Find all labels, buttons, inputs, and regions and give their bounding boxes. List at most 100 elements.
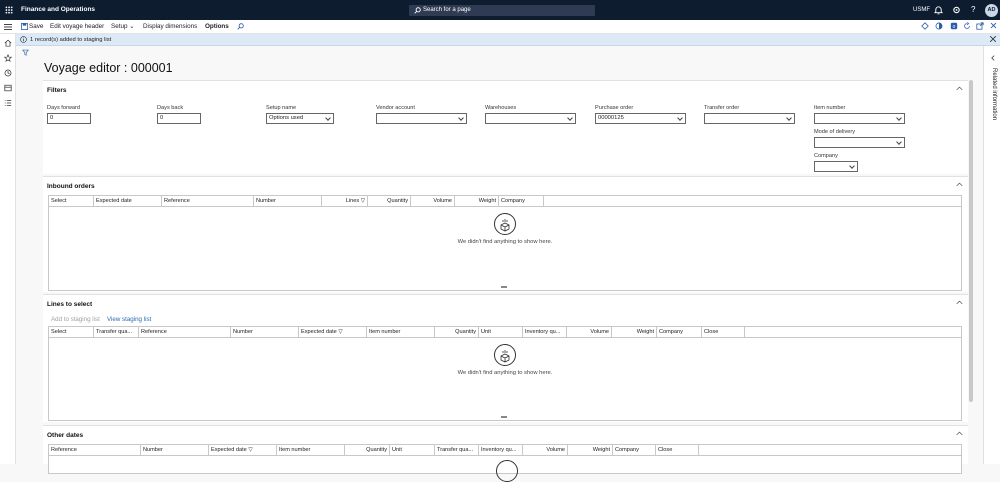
open-new-window-icon[interactable] [976,22,984,30]
related-information-label: Related information [991,68,997,121]
grid-resize-handle[interactable] [501,416,507,418]
page-scrollbar[interactable] [969,80,973,402]
column-header[interactable]: Close [656,445,699,456]
grid-resize-handle[interactable] [501,286,507,288]
chevron-up-icon[interactable] [956,300,963,305]
search-box[interactable]: Search for a page [409,5,595,16]
avatar[interactable]: AD [985,4,998,17]
mode-of-delivery-dropdown[interactable] [814,137,905,148]
add-to-staging-list-button[interactable]: Add to staging list [51,316,100,323]
setup-name-dropdown[interactable]: Options used [266,113,334,124]
column-header[interactable]: Select [49,327,94,338]
office-icon[interactable] [935,22,943,30]
column-header-lines[interactable]: Lines ▽ [322,196,368,207]
display-dimensions-button[interactable]: Display dimensions [143,23,197,30]
setup-name-label: Setup name [266,105,297,111]
options-tab[interactable]: Options [205,23,229,30]
column-header[interactable]: Unit [479,327,523,338]
gear-icon[interactable] [952,5,961,15]
company-dropdown[interactable] [814,161,858,172]
chevron-up-icon[interactable] [956,182,963,187]
column-header[interactable]: Company [499,196,544,207]
chevron-up-icon[interactable] [956,431,963,436]
column-header[interactable]: Weight [568,445,613,456]
grid-header: Select Expected date Reference Number Li… [49,196,961,207]
column-header[interactable]: Company [657,327,702,338]
help-icon[interactable]: ? [971,5,975,14]
column-header[interactable]: Select [49,196,94,207]
filter-icon[interactable] [22,49,29,56]
transfer-order-label: Transfer order [704,105,740,111]
related-information-pane[interactable]: Related information [983,46,1000,464]
column-header[interactable]: Transfer qua... [435,445,479,456]
column-header[interactable]: Inventory qu... [523,327,567,338]
inbound-orders-title[interactable]: Inbound orders [47,183,95,190]
filters-title[interactable]: Filters [47,87,67,94]
setup-menu[interactable]: Setup ⌄ [111,23,135,30]
column-header[interactable]: Number [231,327,299,338]
modules-list-icon[interactable] [4,99,12,107]
home-icon[interactable] [4,39,12,47]
diamond-icon[interactable] [921,22,929,30]
top-bar: Finance and Operations Search for a page… [0,0,1000,20]
chevron-left-icon[interactable] [990,55,996,61]
column-header[interactable]: Quantity [345,445,390,456]
column-header[interactable]: Company [613,445,656,456]
item-number-dropdown[interactable] [814,113,905,124]
column-header[interactable]: Reference [162,196,254,207]
days-forward-label: Days forward [47,105,80,111]
item-number-field: Item number [814,105,905,124]
column-header[interactable]: Number [141,445,209,456]
lines-to-select-grid: Select Transfer qua... Reference Number … [48,326,962,421]
inbound-orders-grid: Select Expected date Reference Number Li… [48,195,962,291]
column-header[interactable]: Number [254,196,322,207]
app-name[interactable]: Finance and Operations [21,6,95,13]
bell-icon[interactable] [934,5,943,15]
column-header[interactable]: Close [702,327,745,338]
column-header[interactable]: Item number [367,327,435,338]
company-picker[interactable]: USMF [913,7,930,13]
close-icon[interactable] [990,22,997,29]
save-button[interactable]: Save [29,23,43,30]
column-header[interactable]: Item number [277,445,345,456]
column-header-expected-date[interactable]: Expected date ▽ [209,445,277,456]
lines-to-select-title[interactable]: Lines to select [47,301,92,308]
column-header[interactable]: Unit [390,445,435,456]
empty-state-text: We didn't find anything to show here. [457,239,553,245]
hamburger-icon[interactable] [4,23,12,31]
column-header[interactable]: Expected date [94,196,162,207]
app-launcher-icon[interactable] [5,6,13,14]
close-icon[interactable] [989,35,997,43]
days-forward-input[interactable]: 0 [47,113,91,124]
column-header[interactable]: Reference [139,327,231,338]
other-dates-title[interactable]: Other dates [47,432,83,439]
days-back-input[interactable]: 0 [157,113,201,124]
search-icon[interactable] [237,23,244,30]
column-header[interactable]: Transfer qua... [94,327,139,338]
chevron-up-icon[interactable] [956,86,963,91]
refresh-icon[interactable] [963,22,971,30]
workspaces-icon[interactable] [4,84,12,92]
view-staging-list-button[interactable]: View staging list [107,316,151,323]
column-header[interactable]: Inventory qu... [479,445,523,456]
column-header[interactable]: Volume [567,327,612,338]
column-header[interactable]: Volume [523,445,568,456]
column-header[interactable]: Weight [612,327,657,338]
column-header[interactable]: Quantity [435,327,479,338]
column-header[interactable]: Weight [455,196,499,207]
transfer-order-dropdown[interactable] [704,113,795,124]
vendor-account-dropdown[interactable] [376,113,467,124]
warehouses-dropdown[interactable] [485,113,576,124]
star-icon[interactable] [4,54,12,62]
other-dates-section: Other dates Reference Number Expected da… [43,425,968,482]
days-back-label: Days back [157,105,184,111]
purchase-order-dropdown[interactable]: 00000125 [595,113,686,124]
column-header-expected-date[interactable]: Expected date ▽ [299,327,367,338]
attachments-badge-icon[interactable]: 0 [950,22,958,30]
column-header[interactable]: Volume [411,196,455,207]
clock-icon[interactable] [4,69,12,77]
edit-voyage-header-button[interactable]: Edit voyage header [50,23,104,30]
column-header[interactable]: Quantity [368,196,411,207]
days-forward-field: Days forward 0 [47,105,91,124]
column-header[interactable]: Reference [49,445,141,456]
